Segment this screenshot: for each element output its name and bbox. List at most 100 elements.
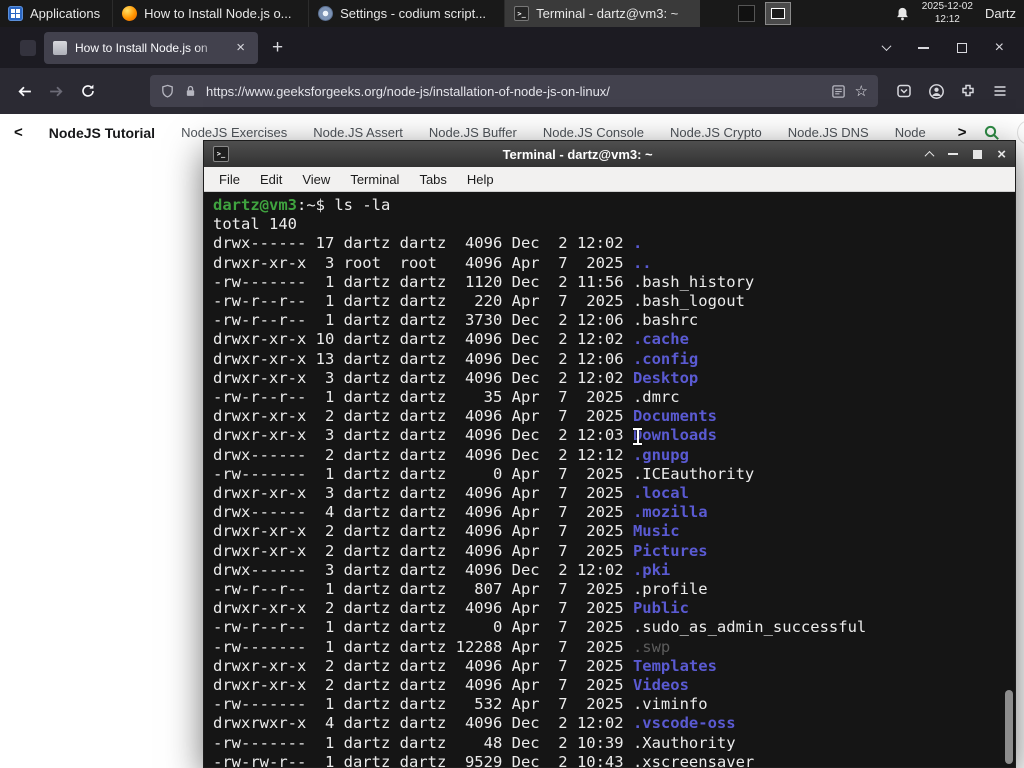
terminal-scrollbar-thumb[interactable]	[1005, 690, 1013, 764]
terminal-line: drwxr-xr-x 2 dartz dartz 4096 Apr 7 2025…	[213, 676, 689, 695]
search-icon[interactable]	[983, 124, 1001, 142]
terminal-shade-button[interactable]	[924, 150, 935, 161]
reload-button[interactable]	[72, 75, 104, 107]
file-name: .bash_logout	[632, 292, 745, 311]
file-name: .mozilla	[632, 503, 708, 522]
terminal-glyph-icon	[771, 8, 786, 19]
file-name: Downloads	[632, 426, 717, 445]
file-name: Templates	[632, 656, 717, 675]
terminal-minimize-button[interactable]	[948, 153, 959, 155]
terminal-prompt-line: dartz@vm3:~$ ls -la	[213, 196, 1015, 215]
taskbar-window-button[interactable]: Settings - codium script...	[308, 0, 504, 27]
file-name: .local	[632, 484, 689, 503]
browser-navbar: https://www.geeksforgeeks.org/node-js/in…	[0, 68, 1024, 114]
terminal-close-button[interactable]: ×	[997, 147, 1006, 162]
bell-icon[interactable]	[895, 6, 910, 22]
window-maximize-button[interactable]	[956, 42, 967, 53]
site-nav-item[interactable]: Node.JS Assert	[313, 125, 403, 140]
bookmark-star-icon[interactable]: ☆	[855, 82, 868, 100]
file-name: .xscreensaver	[632, 752, 755, 767]
clock-date: 2025-12-02	[921, 1, 973, 12]
terminal-line: drwxr-xr-x 3 dartz dartz 4096 Dec 2 12:0…	[213, 368, 699, 387]
terminal-line: -rw-r--r-- 1 dartz dartz 0 Apr 7 2025 .s…	[213, 618, 867, 637]
taskbar-window-title: Settings - codium script...	[340, 6, 487, 21]
terminal-line: drwxr-xr-x 2 dartz dartz 4096 Apr 7 2025…	[213, 599, 689, 618]
tray-indicator-icon[interactable]	[738, 5, 756, 22]
terminal-titlebar[interactable]: >_ Terminal - dartz@vm3: ~ ×	[204, 141, 1015, 167]
site-nav-item[interactable]: Node.JS Buffer	[429, 125, 517, 140]
terminal-listing: drwx------ 17 dartz dartz 4096 Dec 2 12:…	[213, 234, 1015, 767]
site-nav-primary[interactable]: NodeJS Tutorial	[49, 125, 155, 141]
terminal-icon: >_	[514, 6, 530, 21]
url-bar[interactable]: https://www.geeksforgeeks.org/node-js/in…	[150, 75, 878, 107]
command-text: ls -la	[334, 196, 391, 214]
terminal-menu-help[interactable]: Help	[458, 170, 503, 189]
forward-button[interactable]	[40, 75, 72, 107]
applications-menu[interactable]: Applications	[0, 0, 112, 27]
terminal-line: drwxrwxr-x 4 dartz dartz 4096 Dec 2 12:0…	[213, 714, 736, 733]
terminal-app-icon: >_	[213, 146, 229, 162]
terminal-menu-file[interactable]: File	[210, 170, 249, 189]
file-name: Pictures	[632, 541, 708, 560]
window-minimize-button[interactable]	[917, 46, 929, 49]
desktop: Applications How to Install Node.js o...…	[0, 0, 1024, 768]
user-menu[interactable]: Dartz	[985, 6, 1016, 21]
site-nav-items: NodeJS Exercises Node.JS Assert Node.JS Bu…	[181, 125, 926, 140]
site-nav-item[interactable]: Node.JS DNS	[788, 125, 869, 140]
terminal-line: -rw------- 1 dartz dartz 532 Apr 7 2025 …	[213, 695, 708, 714]
nav-scroll-right-icon[interactable]: >	[958, 124, 967, 141]
shield-icon[interactable]	[160, 84, 175, 99]
list-tabs-icon[interactable]	[881, 41, 892, 52]
extensions-icon[interactable]	[952, 75, 984, 107]
tray-terminal-icon[interactable]	[765, 2, 792, 25]
window-controls: ×	[881, 39, 1018, 56]
site-nav-item[interactable]: Node.JS Console	[543, 125, 644, 140]
site-nav-item[interactable]: Node.JS Crypto	[670, 125, 762, 140]
terminal-line: drwxr-xr-x 3 root root 4096 Apr 7 2025 .…	[213, 253, 652, 272]
terminal-maximize-button[interactable]	[973, 149, 983, 159]
file-name: .gnupg	[632, 445, 689, 464]
account-icon[interactable]	[920, 75, 952, 107]
taskbar-window-buttons: How to Install Node.js o... Settings - co…	[112, 0, 701, 27]
back-button[interactable]	[8, 75, 40, 107]
reader-mode-icon[interactable]	[831, 84, 846, 99]
terminal-line: -rw-rw-r-- 1 dartz dartz 9529 Dec 2 10:4…	[213, 753, 1015, 767]
clock[interactable]: 2025-12-02 12:12	[922, 1, 973, 26]
terminal-menu-terminal[interactable]: Terminal	[341, 170, 408, 189]
file-name: .vscode-oss	[632, 714, 736, 733]
lock-icon[interactable]	[184, 84, 197, 98]
terminal-line: -rw------- 1 dartz dartz 0 Apr 7 2025 .I…	[213, 464, 755, 483]
nav-scroll-left-icon[interactable]: <	[14, 124, 23, 141]
terminal-line: -rw-r--r-- 1 dartz dartz 807 Apr 7 2025 …	[213, 580, 708, 599]
terminal-output[interactable]: dartz@vm3:~$ ls -la total 140 drwx------…	[204, 192, 1015, 767]
browser-tab[interactable]: How to Install Node.js on ×	[44, 31, 258, 64]
pocket-icon[interactable]	[888, 75, 920, 107]
sign-in-button[interactable]: Sign In	[1016, 120, 1024, 145]
window-close-button[interactable]: ×	[995, 39, 1004, 56]
terminal-menu-view[interactable]: View	[293, 170, 339, 189]
prompt-user-host: dartz@vm3	[213, 196, 297, 214]
terminal-line: -rw-r--r-- 1 dartz dartz 3730 Dec 2 12:0…	[213, 311, 699, 330]
terminal-line: -rw-r--r-- 1 dartz dartz 35 Apr 7 2025 .…	[213, 388, 680, 407]
file-name: .swp	[632, 637, 671, 656]
taskbar-window-button[interactable]: How to Install Node.js o...	[112, 0, 308, 27]
menu-icon[interactable]	[984, 75, 1016, 107]
terminal-line: drwxr-xr-x 2 dartz dartz 4096 Apr 7 2025…	[213, 407, 717, 426]
prompt-suffix: :~$	[297, 196, 335, 214]
file-name: .bashrc	[632, 311, 699, 330]
site-nav-item[interactable]: Node	[895, 125, 926, 140]
taskbar-window-button[interactable]: >_ Terminal - dartz@vm3: ~	[504, 0, 701, 27]
terminal-line: drwx------ 3 dartz dartz 4096 Dec 2 12:0…	[213, 560, 671, 579]
file-name: .pki	[632, 560, 671, 579]
terminal-menu-tabs[interactable]: Tabs	[410, 170, 455, 189]
file-name: .bash_history	[632, 272, 755, 291]
file-name: Music	[632, 522, 680, 541]
file-name: .dmrc	[632, 388, 680, 407]
file-name: .cache	[632, 330, 689, 349]
tab-close-icon[interactable]: ×	[232, 39, 249, 56]
site-nav-item[interactable]: NodeJS Exercises	[181, 125, 287, 140]
firefox-view-icon[interactable]	[20, 39, 36, 56]
terminal-menu-edit[interactable]: Edit	[251, 170, 291, 189]
tab-title: How to Install Node.js on	[75, 40, 208, 55]
new-tab-button[interactable]: +	[268, 37, 287, 59]
